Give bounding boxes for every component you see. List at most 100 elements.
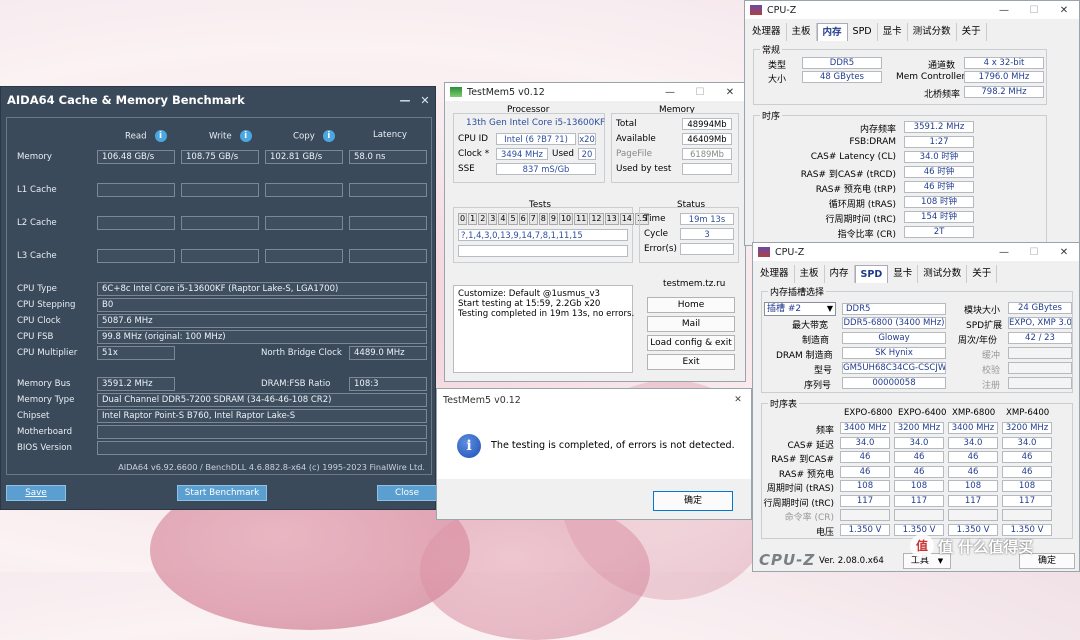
maximize-icon[interactable]: ☐ (1019, 247, 1049, 258)
site-link[interactable]: testmem.tz.ru (663, 279, 725, 289)
tab-mainboard[interactable]: 主板 (787, 23, 817, 41)
cpuz-tabs: 处理器 主板 内存 SPD 显卡 测试分数 关于 (747, 23, 987, 41)
home-button[interactable]: Home (647, 297, 735, 313)
close-icon[interactable]: ✕ (1049, 5, 1079, 16)
cycle-label: Cycle (644, 229, 669, 239)
timing-label: RAS# 到CAS# (tRCD) (800, 170, 896, 180)
start-benchmark-button[interactable]: Start Benchmark (177, 485, 267, 501)
tab-about[interactable]: 关于 (967, 265, 998, 283)
tab-graphics[interactable]: 显卡 (878, 23, 908, 41)
tab-graphics[interactable]: 显卡 (888, 265, 919, 283)
l2-read (97, 216, 175, 230)
minimize-icon[interactable]: — (395, 94, 415, 107)
maximize-icon[interactable]: ☐ (685, 87, 715, 98)
info-icon[interactable]: i (322, 130, 335, 142)
cpu-clock-label: CPU Clock (17, 316, 61, 326)
chevron-down-icon: ▼ (937, 557, 944, 565)
used-by-test-value (682, 163, 732, 175)
timing-value: 46 时钟 (904, 166, 974, 178)
nb-freq-label: 北桥频率 (924, 90, 961, 100)
channels-value: 4 x 32-bit (964, 57, 1044, 69)
timing-cell (1002, 509, 1052, 521)
cpu-fsb-label: CPU FSB (17, 332, 54, 342)
info-icon[interactable]: i (154, 130, 167, 142)
buffer-value (1008, 347, 1072, 359)
model-label: 型号 (814, 366, 833, 376)
close-icon[interactable]: ✕ (715, 87, 745, 98)
mail-button[interactable]: Mail (647, 316, 735, 332)
verify-value (1008, 362, 1072, 374)
clock-label: Clock * (458, 149, 490, 159)
tab-bench[interactable]: 测试分数 (918, 265, 968, 283)
slot-group: 内存插槽选择 插槽 #2 ▼ DDR5 模块大小 24 GBytes 最大带宽 … (761, 285, 1073, 393)
timing-value: 1:27 (904, 136, 974, 148)
slot-select-value: 插槽 #2 (767, 304, 802, 314)
close-icon[interactable]: ✕ (1049, 247, 1079, 258)
close-icon[interactable]: ✕ (415, 94, 435, 107)
tab-cpu[interactable]: 处理器 (747, 23, 787, 41)
nb-clock-label: North Bridge Clock (261, 348, 342, 358)
bios-label: BIOS Version (17, 443, 72, 453)
timing-cell: 34.0 (1002, 436, 1052, 449)
mem-controller-value: 1796.0 MHz (964, 71, 1044, 83)
channels-label: 通道数 (928, 61, 956, 71)
maximize-icon[interactable]: ☐ (1019, 5, 1049, 16)
tab-memory[interactable]: 内存 (825, 265, 855, 283)
test-cell: 7 (528, 213, 538, 225)
tab-memory[interactable]: 内存 (816, 23, 848, 41)
max-bandwidth-value: DDR5-6800 (3400 MHz) (842, 317, 946, 329)
log-line: Customize: Default @1usmus_v3 (458, 289, 600, 299)
minimize-icon[interactable]: — (989, 5, 1019, 16)
info-icon[interactable]: i (239, 130, 252, 142)
cpu-fsb-value: 99.8 MHz (original: 100 MHz) (97, 330, 427, 344)
sse-label: SSE (458, 164, 475, 174)
close-button[interactable]: Close (377, 485, 437, 501)
test-cell: 14 (619, 213, 634, 225)
timing-cell: 117 (1002, 494, 1052, 507)
tab-spd[interactable]: SPD (848, 23, 878, 41)
l3-latency (349, 249, 427, 263)
cpu-type-label: CPU Type (17, 284, 57, 294)
cpuz-logo: CPU-Z (759, 551, 816, 569)
module-size-value: 24 GBytes (1008, 302, 1072, 314)
nb-freq-value: 798.2 MHz (964, 86, 1044, 98)
minimize-icon[interactable]: — (655, 87, 685, 98)
load-config-button[interactable]: Load config & exit (647, 335, 735, 351)
l2-copy (265, 216, 343, 230)
tab-bench[interactable]: 测试分数 (908, 23, 957, 41)
timing-cell: 34.0 (840, 436, 890, 449)
l2-label: L2 Cache (17, 218, 57, 228)
type-label: 类型 (768, 61, 787, 71)
test-cell: 10 (558, 213, 574, 225)
spd-ext-value: EXPO, XMP 3.0 (1008, 317, 1072, 329)
save-button[interactable]: Save (6, 485, 66, 501)
timing-cell: 117 (894, 494, 944, 507)
timing-cell: 1.350 V (840, 523, 890, 536)
ok-button[interactable]: 确定 (653, 491, 733, 511)
general-heading: 常规 (760, 43, 783, 56)
memory-type-label: Memory Type (17, 395, 75, 405)
cycle-value: 3 (680, 228, 734, 240)
tab-spd[interactable]: SPD (854, 265, 889, 283)
close-icon[interactable]: ✕ (725, 395, 751, 405)
tab-mainboard[interactable]: 主板 (795, 265, 825, 283)
timing-cell (840, 509, 890, 521)
tab-about[interactable]: 关于 (957, 23, 987, 41)
exit-button[interactable]: Exit (647, 354, 735, 370)
cpu-id-value: Intel (6 ?B7 ?1) (496, 133, 576, 145)
l3-copy (265, 249, 343, 263)
slot-select[interactable]: 插槽 #2 ▼ (764, 302, 836, 316)
processor-group: 13th Gen Intel Core i5-13600KF CPU ID In… (453, 113, 605, 183)
header-copy-label: Copy (293, 131, 315, 142)
timings-group: 时序 内存频率 3591.2 MHz FSB:DRAM 1:27 CAS# Latenc… (753, 109, 1047, 245)
tab-cpu[interactable]: 处理器 (755, 265, 795, 283)
testmem5-window: TestMem5 v0.12 — ☐ ✕ Processor 13th Gen … (444, 82, 746, 382)
test-cell: 12 (589, 213, 604, 225)
dialog-titlebar: TestMem5 v0.12 ✕ (437, 389, 751, 411)
timing-column-header: XMP-6800 (952, 408, 996, 418)
test-cell: 1 (468, 213, 478, 225)
l1-write (181, 183, 259, 197)
memory-write: 108.75 GB/s (181, 150, 259, 164)
minimize-icon[interactable]: — (989, 247, 1019, 258)
timing-value: 2T (904, 226, 974, 238)
